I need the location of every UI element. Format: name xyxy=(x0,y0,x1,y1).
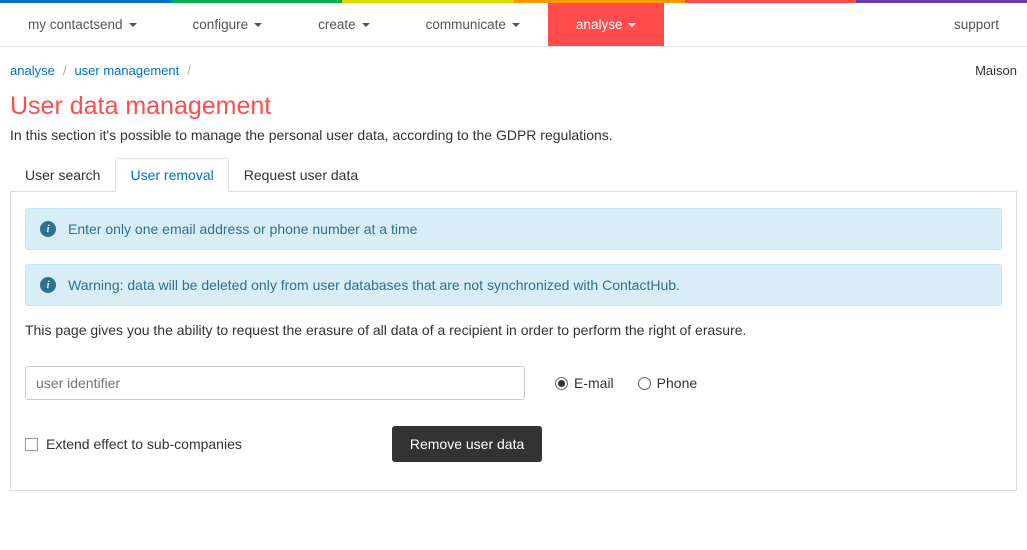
radio-icon xyxy=(638,377,651,390)
info-alert-1: i Enter only one email address or phone … xyxy=(25,208,1002,250)
panel-description: This page gives you the ability to reque… xyxy=(25,322,1002,338)
nav-create[interactable]: create xyxy=(290,3,398,46)
radio-icon xyxy=(555,377,568,390)
breadcrumb: analyse / user management / Maison xyxy=(10,57,1017,92)
company-label: Maison xyxy=(975,63,1017,78)
checkbox-label: Extend effect to sub-companies xyxy=(46,436,242,452)
info-alert-2: i Warning: data will be deleted only fro… xyxy=(25,264,1002,306)
remove-user-data-button[interactable]: Remove user data xyxy=(392,426,542,462)
top-navigation: my contactsend configure create communic… xyxy=(0,3,1027,47)
tabs: User search User removal Request user da… xyxy=(10,157,1017,192)
nav-label: my contactsend xyxy=(28,17,123,32)
radio-phone[interactable]: Phone xyxy=(638,375,697,391)
nav-communicate[interactable]: communicate xyxy=(398,3,548,46)
user-identifier-input[interactable] xyxy=(25,366,525,400)
chevron-down-icon xyxy=(628,23,636,27)
tab-panel: i Enter only one email address or phone … xyxy=(10,192,1017,491)
chevron-down-icon xyxy=(512,23,520,27)
breadcrumb-separator: / xyxy=(187,63,191,78)
nav-label: analyse xyxy=(576,17,623,32)
extend-subcompanies-checkbox[interactable]: Extend effect to sub-companies xyxy=(25,436,242,452)
info-icon: i xyxy=(40,221,56,237)
chevron-down-icon xyxy=(362,23,370,27)
alert-text: Warning: data will be deleted only from … xyxy=(68,277,680,293)
radio-label: Phone xyxy=(657,375,697,391)
radio-label: E-mail xyxy=(574,375,614,391)
checkbox-icon xyxy=(25,438,38,451)
page-subtitle: In this section it's possible to manage … xyxy=(10,127,1017,143)
breadcrumb-user-management[interactable]: user management xyxy=(74,63,179,78)
alert-text: Enter only one email address or phone nu… xyxy=(68,221,417,237)
info-icon: i xyxy=(40,277,56,293)
tab-user-search[interactable]: User search xyxy=(10,158,115,192)
breadcrumb-separator: / xyxy=(63,63,67,78)
chevron-down-icon xyxy=(254,23,262,27)
chevron-down-icon xyxy=(129,23,137,27)
breadcrumb-analyse[interactable]: analyse xyxy=(10,63,55,78)
nav-support[interactable]: support xyxy=(926,3,1027,46)
nav-label: create xyxy=(318,17,356,32)
nav-label: support xyxy=(954,17,999,32)
radio-email[interactable]: E-mail xyxy=(555,375,614,391)
nav-configure[interactable]: configure xyxy=(165,3,291,46)
nav-analyse[interactable]: analyse xyxy=(548,3,665,46)
nav-my-contactsend[interactable]: my contactsend xyxy=(0,3,165,46)
tab-request-user-data[interactable]: Request user data xyxy=(229,158,373,192)
nav-label: configure xyxy=(193,17,249,32)
page-title: User data management xyxy=(10,92,1017,121)
nav-label: communicate xyxy=(426,17,506,32)
tab-user-removal[interactable]: User removal xyxy=(115,158,228,192)
